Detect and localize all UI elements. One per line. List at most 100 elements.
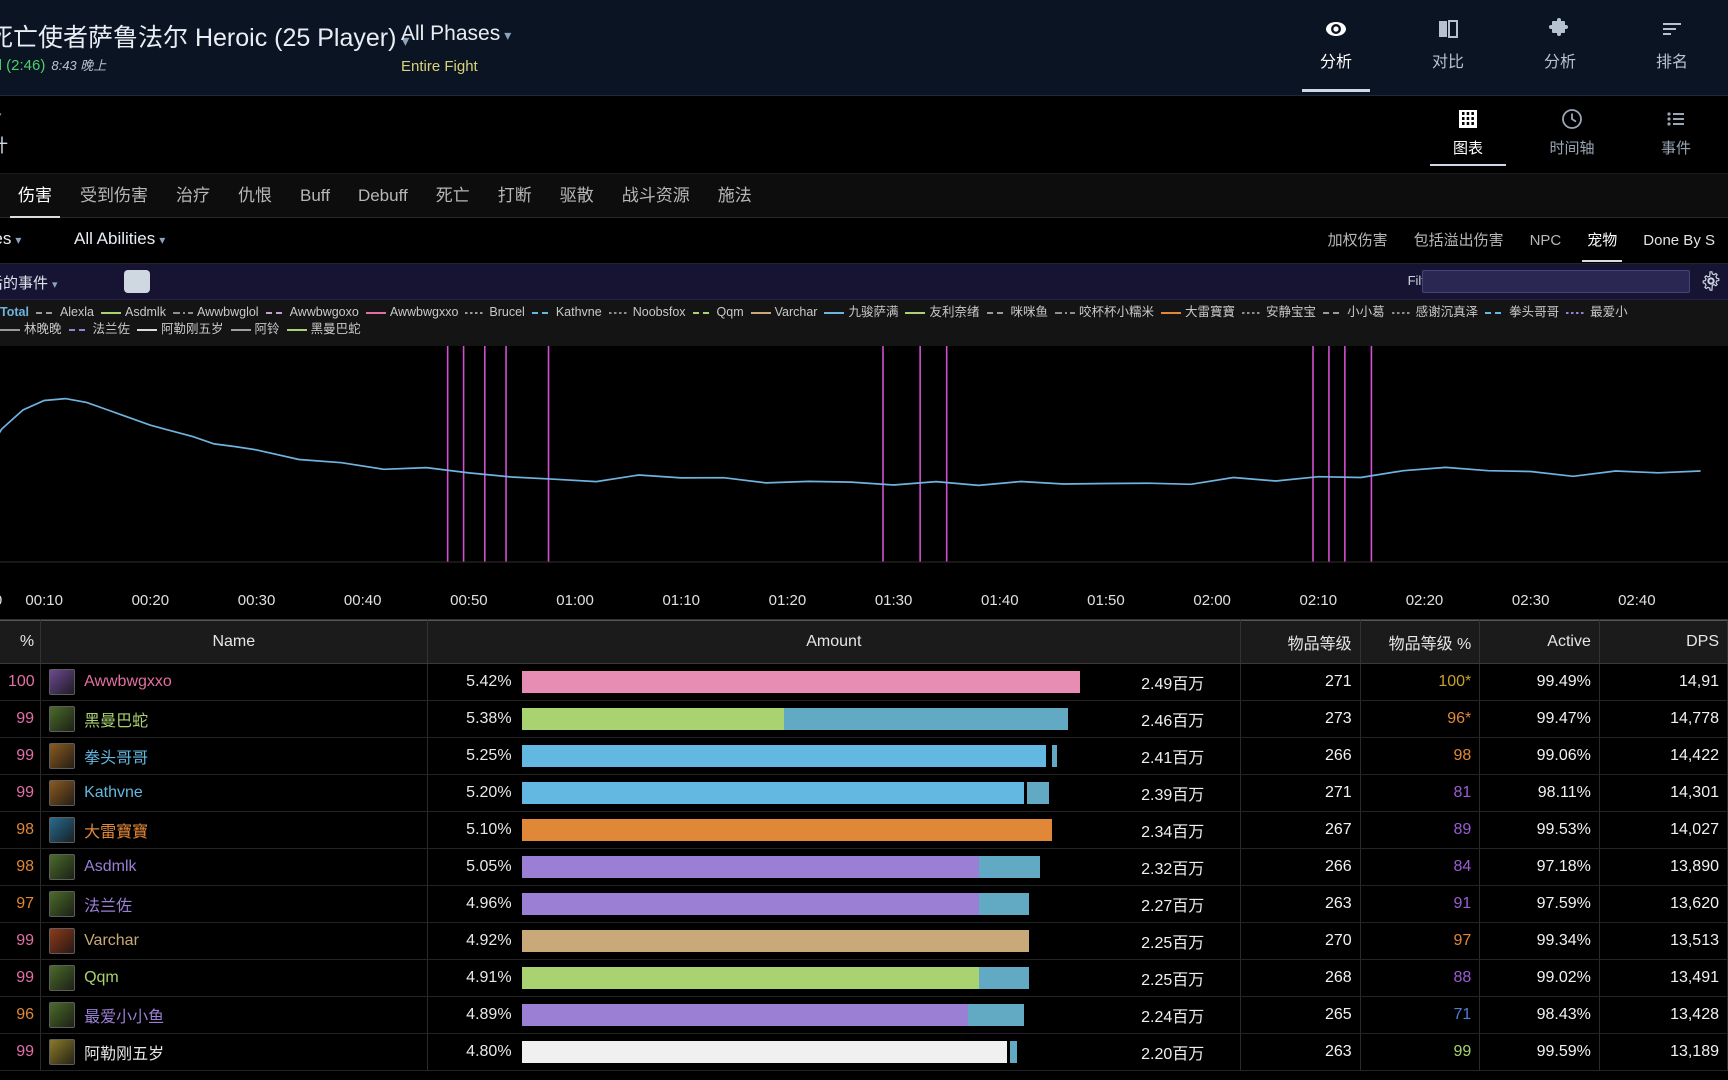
nav-tab-analysis[interactable]: 分析: [1280, 10, 1392, 92]
legend-item[interactable]: 法兰佐: [68, 321, 130, 338]
cell-name[interactable]: 拳头哥哥: [40, 737, 428, 775]
legend-item[interactable]: Total: [0, 304, 29, 321]
view-tab-timeline[interactable]: 时间轴: [1520, 96, 1624, 166]
cell-active: 97.18%: [1479, 848, 1600, 886]
enemies-dropdown[interactable]: emies▾: [0, 229, 21, 249]
filter-option-weighted-damage[interactable]: 加权伤害: [1315, 218, 1401, 264]
legend-item[interactable]: Brucel: [465, 304, 525, 321]
filter-option-include-overkill[interactable]: 包括溢出伤害: [1401, 218, 1517, 264]
col-header-pct-rank[interactable]: %: [0, 620, 42, 664]
table-row[interactable]: 99 Varchar 4.92% 2.25百万 270 97 99.34% 13,513: [0, 922, 1728, 960]
amount-bar: [521, 708, 1131, 730]
filter-option-npc[interactable]: NPC: [1517, 218, 1575, 264]
table-row[interactable]: 98 Asdmlk 5.05% 2.32百万 266 84 97.18% 13,890: [0, 848, 1728, 886]
col-header-dps[interactable]: DPS: [1599, 620, 1728, 664]
cell-active: 99.53%: [1479, 811, 1600, 849]
legend-item[interactable]: Alexla: [35, 304, 94, 321]
amount-bar-segment: [521, 856, 980, 878]
table-row[interactable]: 98 大雷寶寶 5.10% 2.34百万 267 89 99.53% 14,027: [0, 811, 1728, 849]
cat-tab-damage-taken[interactable]: 受到伤害: [66, 174, 162, 218]
abilities-dropdown-label: All Abilities: [74, 229, 156, 248]
legend-item[interactable]: Varchar: [750, 304, 817, 321]
cell-name[interactable]: 黑曼巴蛇: [40, 700, 428, 738]
legend-item[interactable]: 拳头哥哥: [1485, 304, 1559, 321]
cat-tab-casts[interactable]: 施法: [704, 174, 766, 218]
view-tab-charts[interactable]: 图表: [1416, 96, 1520, 166]
chart-series-line[interactable]: [0, 397, 1701, 547]
legend-item[interactable]: 小小葛: [1323, 304, 1385, 321]
cat-tab-dispels[interactable]: 驱散: [546, 174, 608, 218]
legend-swatch: [905, 311, 926, 314]
filter-option-pets[interactable]: 宠物: [1574, 218, 1630, 264]
legend-item[interactable]: Noobsfox: [608, 304, 686, 321]
cat-tab-healing[interactable]: 治疗: [162, 174, 224, 218]
eye-icon: [1280, 16, 1392, 42]
table-row[interactable]: 96 最爱小小鱼 4.89% 2.24百万 265 71 98.43% 13,428: [0, 996, 1728, 1034]
legend-item[interactable]: 九骏萨满: [824, 304, 898, 321]
table-row[interactable]: 99 Qqm 4.91% 2.25百万 268 88 99.02% 13,491: [0, 959, 1728, 997]
sources-dropdown[interactable]: rces▾: [0, 104, 1, 126]
cell-name[interactable]: 最爱小小鱼: [40, 996, 428, 1034]
cell-name[interactable]: Varchar: [40, 922, 428, 960]
col-header-ilvl[interactable]: 物品等级: [1240, 620, 1361, 664]
col-header-ilvl-pct[interactable]: 物品等级 %: [1360, 620, 1481, 664]
col-header-amount[interactable]: Amount: [427, 620, 1242, 664]
legend-item[interactable]: 友利奈绪: [905, 304, 980, 321]
table-row[interactable]: 99 阿勒刚五岁 4.80% 2.20百万 263 99 99.59% 13,189: [0, 1033, 1728, 1071]
cat-tab-debuffs[interactable]: Debuff: [344, 174, 422, 218]
cat-tab-deaths[interactable]: 死亡: [422, 174, 484, 218]
legend-item[interactable]: Awwbwgoxo: [265, 304, 359, 321]
table-row[interactable]: 97 法兰佐 4.96% 2.27百万 263 91 97.59% 13,620: [0, 885, 1728, 923]
filter-expression-input[interactable]: [1422, 270, 1690, 293]
legend-item[interactable]: 阿铃: [230, 321, 280, 338]
table-row[interactable]: 99 黑曼巴蛇 5.38% 2.46百万 273 96* 99.47% 14,778: [0, 700, 1728, 738]
legend-item[interactable]: 黑曼巴蛇: [286, 321, 361, 338]
view-tab-events[interactable]: 事件: [1624, 96, 1728, 166]
legend-item[interactable]: Awwbwgxxo: [365, 304, 458, 321]
legend-item[interactable]: 林晚晚: [0, 321, 62, 338]
gear-icon[interactable]: [1700, 270, 1722, 297]
legend-item[interactable]: 咪咪鱼: [986, 304, 1048, 321]
cell-name[interactable]: Asdmlk: [40, 848, 428, 886]
nav-tab-rankings[interactable]: 排名: [1616, 10, 1728, 82]
amount-bar: [521, 1041, 1131, 1063]
cell-name[interactable]: 法兰佐: [40, 885, 428, 923]
damage-over-time-chart[interactable]: [0, 346, 1728, 586]
cell-name[interactable]: Qqm: [40, 959, 428, 997]
cat-tab-resources[interactable]: 战斗资源: [608, 174, 704, 218]
table-row[interactable]: 100 Awwbwgxxo 5.42% 2.49百万 271 100* 99.49% 14,9…: [0, 663, 1728, 701]
legend-item[interactable]: Asdmlk: [100, 304, 166, 321]
legend-item[interactable]: 感谢沉真泽: [1391, 304, 1478, 321]
avatar: [49, 854, 76, 880]
cat-tab-interrupts[interactable]: 打断: [484, 174, 546, 218]
col-header-active[interactable]: Active: [1479, 620, 1600, 664]
legend-item-label: Awwbwglol: [196, 305, 259, 320]
cell-name[interactable]: 大雷寶寶: [40, 811, 428, 849]
abilities-dropdown[interactable]: All Abilities ▾: [74, 229, 165, 249]
deaths-filter-dropdown[interactable]: 家死后的事件▾: [0, 272, 58, 293]
legend-item[interactable]: 咬杯杯小糯米: [1055, 304, 1154, 321]
cell-name[interactable]: Awwbwgxxo: [40, 663, 428, 701]
col-header-name[interactable]: Name: [40, 620, 428, 664]
phase-dropdown[interactable]: All Phases ▾: [401, 22, 511, 46]
legend-item[interactable]: Qqm: [692, 304, 744, 321]
legend-item[interactable]: 安静宝宝: [1242, 304, 1316, 321]
legend-item[interactable]: 阿勒刚五岁: [137, 321, 224, 338]
nav-tab-plugin-analysis[interactable]: 分析: [1504, 10, 1616, 82]
table-row[interactable]: 99 拳头哥哥 5.25% 2.41百万 266 98 99.06% 14,422: [0, 737, 1728, 775]
table-row[interactable]: 99 Kathvne 5.20% 2.39百万 271 81 98.11% 14,301: [0, 774, 1728, 812]
cell-name[interactable]: Kathvne: [40, 774, 428, 812]
legend-item[interactable]: Kathvne: [531, 304, 602, 321]
filter-option-done-by-source[interactable]: Done By S: [1630, 218, 1728, 264]
cat-tab-damage[interactable]: 伤害: [4, 174, 66, 218]
legend-item[interactable]: Awwbwglol: [172, 304, 259, 321]
cat-tab-buffs[interactable]: Buff: [286, 174, 344, 218]
color-swatch-button[interactable]: [124, 270, 150, 293]
player-name: 黑曼巴蛇: [84, 713, 149, 730]
legend-item[interactable]: 最爱小: [1566, 304, 1628, 321]
nav-tab-compare[interactable]: 对比: [1392, 10, 1504, 82]
legend-item[interactable]: 大雷寶寶: [1161, 304, 1235, 321]
fight-title-dropdown[interactable]: 死亡使者萨鲁法尔 Heroic (25 Player) ▾: [0, 18, 409, 54]
cell-name[interactable]: 阿勒刚五岁: [40, 1033, 428, 1071]
cat-tab-threat[interactable]: 仇恨: [224, 174, 286, 218]
